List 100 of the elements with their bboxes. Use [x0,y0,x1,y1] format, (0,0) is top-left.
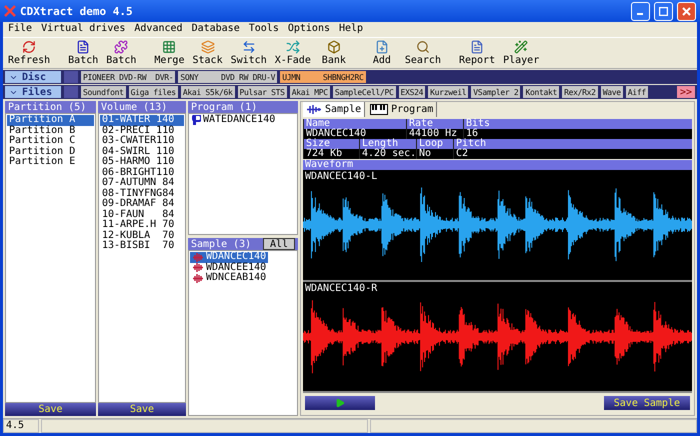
format-button[interactable]: Akai MPC [290,86,330,98]
save-button[interactable]: Save [98,403,186,416]
menu-item[interactable]: Options [288,23,330,36]
list-item[interactable]: WDANCEC140 [190,252,268,262]
list-item[interactable]: 03-CWATER110 [100,136,184,146]
list-item[interactable]: 08-TINYFNG84 [100,188,184,199]
list-item[interactable]: WATEDANCE140 [190,115,296,126]
list-item[interactable]: 02-PRECI 110 [100,126,184,136]
list-item[interactable]: Partition E [7,157,94,168]
waveform-icon [192,252,204,262]
close-icon [682,6,691,16]
channel-label: WDANCEC140-L [305,171,378,182]
drive-slot [64,71,78,83]
sample-title: Sample (3) [191,238,252,250]
list-header: Program (1) [188,101,298,113]
info-value: 4.20 sec. [359,149,416,159]
list-item[interactable]: WDANCEE140 [190,262,268,273]
menu-item[interactable]: Tools [248,23,279,36]
format-button[interactable]: Pulsar STS [238,86,287,98]
add-document-icon [374,40,389,54]
arrows-icon [242,40,256,54]
toolbar-button[interactable]: Search [402,40,444,66]
toolbar-button[interactable]: Merge [151,40,188,66]
document-icon [470,40,484,54]
waveform-icon [192,274,204,283]
format-button[interactable]: Kontakt [523,86,560,98]
format-button[interactable]: SampleCell/PC [332,86,396,98]
list-item[interactable]: 13-BISBI 70 [100,241,184,252]
toolbar-button[interactable]: Batch [65,40,102,66]
tab[interactable]: Program [367,102,438,117]
close-button[interactable] [677,2,696,20]
more-button[interactable]: >> [676,86,695,98]
refresh-icon [22,40,36,54]
format-button[interactable]: VSampler 2 [471,86,520,98]
info-value: No [416,149,453,159]
list-item[interactable]: 11-ARPE.H 70 [100,220,184,230]
tab[interactable]: Sample [303,102,366,117]
app-logo-icon [4,5,16,17]
format-button[interactable]: Soundfont [81,86,126,98]
maximize-icon [659,6,668,16]
toolbar-button[interactable]: Add [364,40,400,66]
format-button[interactable]: Akai S5k/6k [180,86,235,98]
toolbar-button[interactable]: Batch [103,40,140,66]
save-button[interactable]: Save [5,403,96,416]
info-value: 724 Kb [303,149,359,159]
list-header: Partition (5) [5,101,96,113]
list-item[interactable]: 12-KUBLA 70 [100,230,184,241]
waveform-header: Waveform [303,160,692,170]
list-item[interactable]: Partition B [7,126,94,136]
format-button[interactable]: Rex/Rx2 [562,86,598,98]
grid-icon [162,40,176,54]
program-icon [192,115,201,126]
list-item[interactable]: Partition C [7,136,94,146]
window-title: CDXtract demo 4.5 [20,4,134,18]
toolbar-button[interactable]: X-Fade [272,40,314,66]
status-text: 4.5 [3,419,39,433]
waveform-icon [192,263,204,272]
drive-button[interactable]: PIONEER DVD-RW DVR- [81,71,176,83]
format-button[interactable]: EXS24 [398,86,426,98]
list-item[interactable]: Partition A [7,115,94,126]
toolbar-button[interactable]: Bank [316,40,352,66]
minimize-button[interactable] [631,2,650,20]
list-item[interactable]: 04-SWIRL 110 [100,146,184,157]
toolbar-button[interactable]: Stack [189,40,226,66]
wand-icon [514,40,528,54]
toolbar-button[interactable]: Refresh [5,40,54,66]
list-header: Volume (13) [98,101,186,113]
drive-button[interactable]: UJMN SHBNGH2RC [280,71,366,83]
format-button[interactable]: Wave [600,86,623,98]
list-item[interactable]: 10-FAUN 84 [100,210,184,220]
menu-item[interactable]: File [8,23,32,36]
format-slot [64,86,78,98]
menu-item[interactable]: Virtual drives [41,23,126,36]
list-item[interactable]: 09-DRAMAF 84 [100,199,184,210]
list-item[interactable]: WDNCEAB140 [190,273,268,284]
files-toggle[interactable]: Files [5,86,61,98]
menu-item[interactable]: Help [339,23,364,36]
list-item[interactable]: 05-HARMO 110 [100,157,184,168]
menu-item[interactable]: Advanced [134,23,183,36]
drive-button[interactable]: SONY DVD RW DRU-V [178,71,278,83]
format-button[interactable]: Aiff [626,86,648,98]
toolbar-button[interactable]: Switch [228,40,270,66]
save-sample-button[interactable]: Save Sample [604,396,690,410]
list-item[interactable]: 06-BRIGHT110 [100,168,184,178]
maximize-button[interactable] [654,2,673,20]
piano-icon [370,104,388,115]
waveform-icon [306,105,322,114]
list-item[interactable]: 07-AUTUMN 84 [100,178,184,188]
format-button[interactable]: Kurzweil [428,86,468,98]
all-button[interactable]: All [262,238,295,250]
toolbar-button[interactable]: Report [456,40,498,66]
format-button[interactable]: Giga files [128,86,178,98]
disc-toggle[interactable]: Disc [5,71,61,83]
play-icon [335,398,345,408]
list-item[interactable]: 01-WATER 140 [100,115,184,126]
toolbar-button[interactable]: Player [500,40,542,66]
box-icon [326,40,341,54]
menu-item[interactable]: Database [192,23,240,36]
play-button[interactable] [305,396,375,410]
list-item[interactable]: Partition D [7,146,94,157]
